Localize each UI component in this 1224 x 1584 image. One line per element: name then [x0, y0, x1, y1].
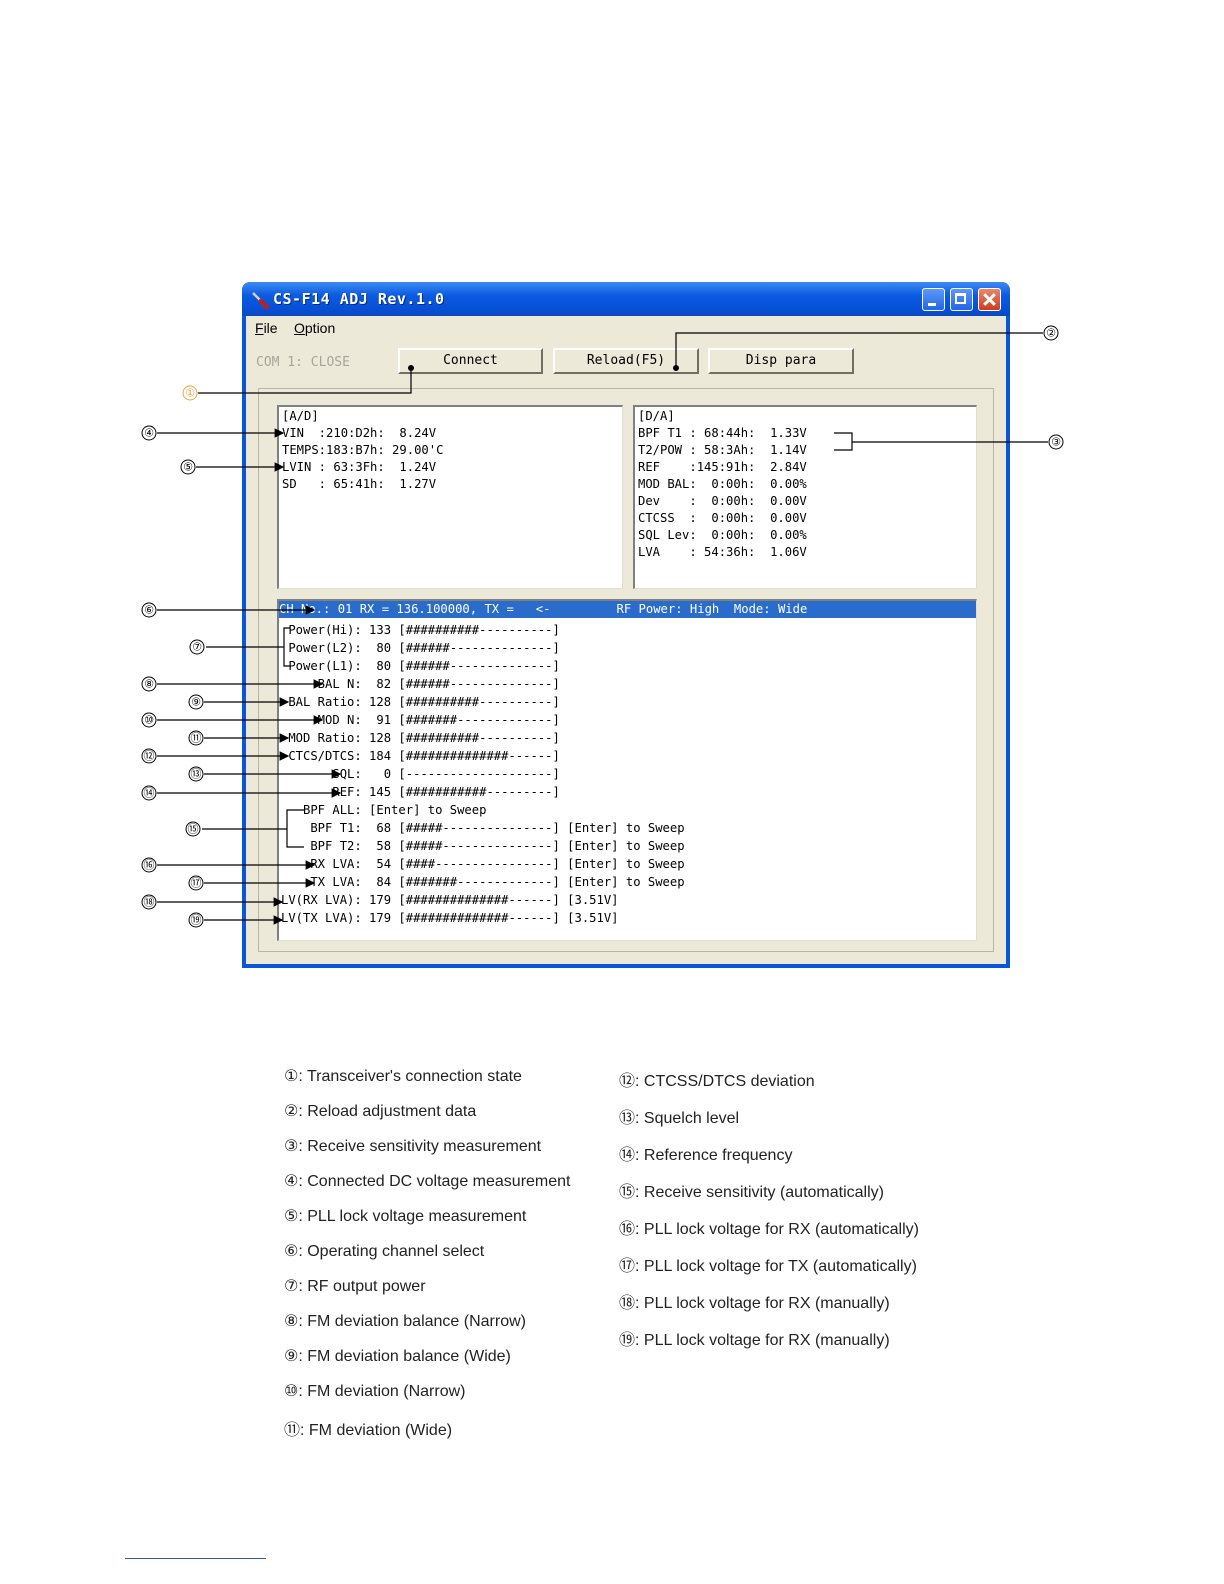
callout-10: ⑩	[144, 714, 154, 727]
callout-12: ⑫	[144, 750, 155, 763]
callout-18: ⑱	[144, 896, 155, 909]
legend-item-6: ⑥: Operating channel select	[284, 1241, 485, 1260]
callout-16: ⑯	[144, 859, 155, 872]
legend-item-9: ⑨: FM deviation balance (Wide)	[284, 1346, 511, 1365]
legend-item-11: ⑪: FM deviation (Wide)	[284, 1420, 453, 1439]
callout-15: ⑮	[188, 823, 199, 836]
legend-item-7: ⑦: RF output power	[284, 1276, 426, 1295]
callout-11: ⑪	[191, 732, 202, 745]
legend-item-15: ⑮: Receive sensitivity (automatically)	[619, 1182, 884, 1201]
callout-14: ⑭	[144, 787, 155, 800]
callout-19: ⑲	[191, 914, 202, 927]
legend-item-16: ⑯: PLL lock voltage for RX (automaticall…	[619, 1219, 919, 1238]
legend-item-2: ②: Reload adjustment data	[284, 1101, 477, 1120]
legend-item-14: ⑭: Reference frequency	[619, 1145, 793, 1164]
legend-item-3: ③: Receive sensitivity measurement	[284, 1136, 542, 1155]
footer-divider	[125, 1558, 266, 1559]
legend-item-10: ⑩: FM deviation (Narrow)	[284, 1381, 466, 1400]
legend-item-17: ⑰: PLL lock voltage for TX (automaticall…	[619, 1256, 917, 1275]
callout-3: ③	[1051, 436, 1061, 449]
legend-item-12: ⑫: CTCSS/DTCS deviation	[619, 1071, 815, 1090]
legend-item-4: ④: Connected DC voltage measurement	[284, 1171, 571, 1190]
callout-4: ④	[144, 427, 154, 440]
legend-item-19: ⑲: PLL lock voltage for RX (manually)	[619, 1330, 890, 1349]
legend-item-18: ⑱: PLL lock voltage for RX (manually)	[619, 1293, 890, 1312]
legend-item-1: ①: Transceiver's connection state	[284, 1066, 522, 1085]
callout-9: ⑨	[191, 696, 201, 709]
legend-item-8: ⑧: FM deviation balance (Narrow)	[284, 1311, 526, 1330]
callout-2: ②	[1046, 327, 1056, 340]
callout-5: ⑤	[183, 461, 193, 474]
connect-dot	[408, 365, 414, 371]
reload-dot	[673, 365, 679, 371]
legend-item-5: ⑤: PLL lock voltage measurement	[284, 1206, 527, 1225]
callout-7: ⑦	[192, 641, 202, 654]
callout-17: ⑰	[191, 877, 202, 890]
callout-layer: ① ② ③ ④ ⑤ ⑥ ⑦ ⑧ ⑨ ⑩ ⑪ ⑫ ⑬ ⑭ ⑮ ⑯ ⑰ ⑱ ⑲	[141, 325, 1064, 928]
callout-1: ①	[185, 387, 195, 400]
legend-item-13: ⑬: Squelch level	[619, 1108, 740, 1127]
callout-6: ⑥	[144, 604, 154, 617]
callout-8: ⑧	[144, 678, 154, 691]
callout-13: ⑬	[191, 768, 202, 781]
